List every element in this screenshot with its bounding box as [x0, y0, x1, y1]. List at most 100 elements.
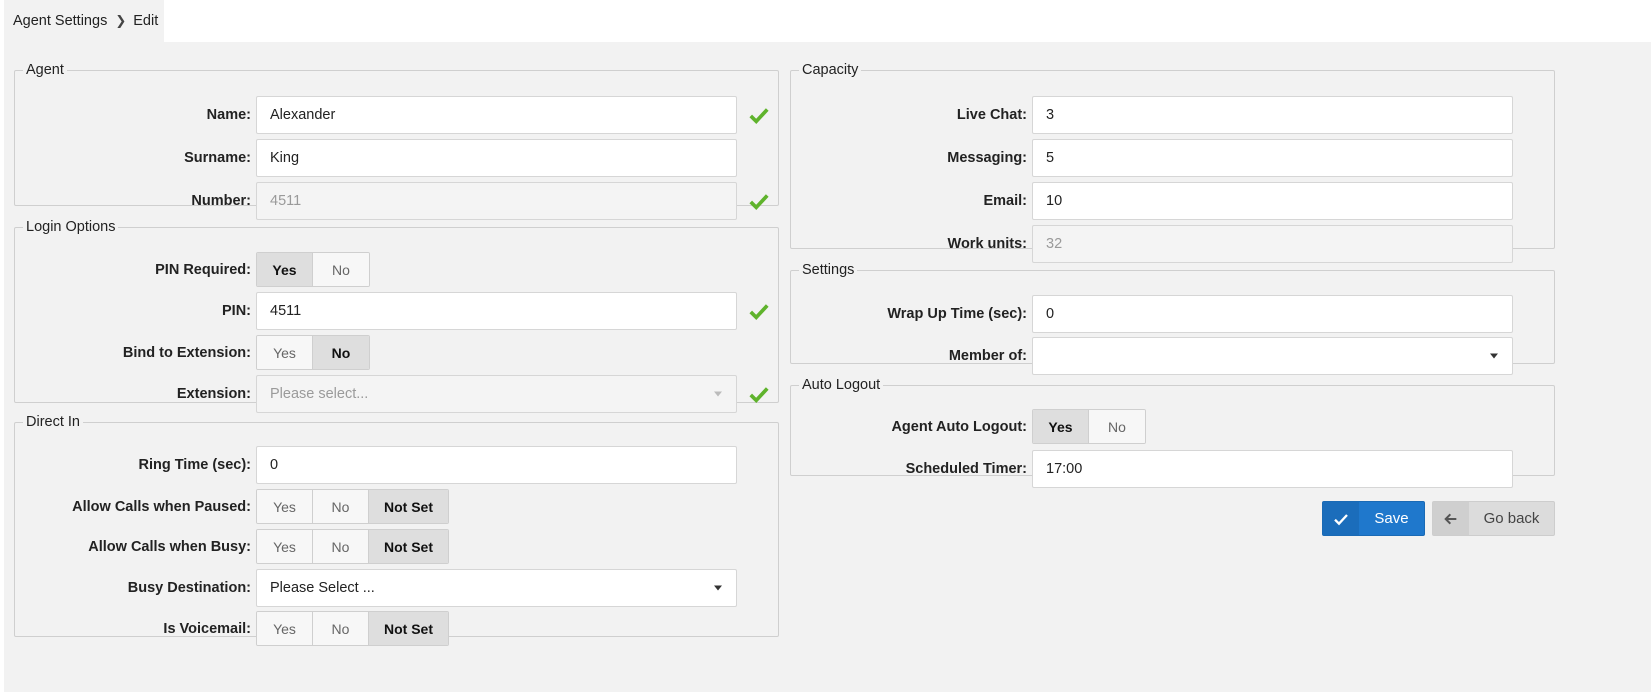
allow-busy-label: Allow Calls when Busy: [88, 539, 251, 555]
scheduled-timer-input[interactable]: 17:00 [1032, 450, 1513, 488]
voicemail-yes[interactable]: Yes [257, 612, 313, 645]
bind-extension-label: Bind to Extension: [122, 345, 251, 361]
go-back-label: Go back [1483, 510, 1540, 527]
voicemail-not-set[interactable]: Not Set [369, 612, 448, 645]
allow-paused-no[interactable]: No [313, 490, 369, 523]
breadcrumb: Agent Settings ❯ Edit [4, 0, 164, 42]
caret-down-icon [714, 585, 722, 591]
allow-paused-toggle: Yes No Not Set [256, 489, 449, 524]
agent-auto-logout-row: Agent Auto Logout: Yes No [791, 408, 1554, 446]
pin-required-yes[interactable]: Yes [257, 253, 313, 286]
allow-busy-row: Allow Calls when Busy: Yes No Not Set [15, 528, 778, 566]
agent-legend: Agent [26, 62, 64, 78]
direct-in-section: Direct In Ring Time (sec): 0 Allow Calls… [14, 414, 779, 646]
settings-section: Settings Wrap Up Time (sec): 0 Member of… [790, 262, 1555, 375]
name-row: Name: Alexander [15, 96, 778, 134]
extension-label: Extension: [176, 386, 251, 402]
pin-row: PIN: 4511 [15, 292, 778, 330]
top-bar: Agent Settings ❯ Edit [0, 0, 1651, 42]
caret-down-icon [1490, 353, 1498, 359]
allow-paused-label: Allow Calls when Paused: [72, 499, 251, 515]
breadcrumb-root[interactable]: Agent Settings [13, 13, 107, 29]
member-of-label: Member of: [948, 348, 1027, 364]
agent-section: Agent Name: Alexander Surname: King Numb… [14, 62, 779, 220]
surname-label: Surname: [184, 150, 251, 166]
bind-extension-toggle: Yes No [256, 335, 370, 370]
capacity-legend: Capacity [802, 62, 859, 78]
allow-busy-toggle: Yes No Not Set [256, 529, 449, 564]
number-input: 4511 [256, 182, 737, 220]
go-back-button[interactable]: Go back [1432, 501, 1555, 536]
login-options-section: Login Options PIN Required: Yes No PIN: … [14, 219, 779, 413]
email-label: Email: [983, 193, 1027, 209]
agent-auto-logout-yes[interactable]: Yes [1033, 410, 1089, 443]
number-label: Number: [191, 193, 251, 209]
auto-logout-section: Auto Logout Agent Auto Logout: Yes No Sc… [790, 377, 1555, 488]
login-legend: Login Options [26, 219, 116, 235]
voicemail-no[interactable]: No [313, 612, 369, 645]
ring-time-row: Ring Time (sec): 0 [15, 446, 778, 484]
extension-select: Please select... [256, 375, 737, 413]
live-chat-row: Live Chat: 3 [791, 96, 1554, 134]
email-row: Email: 10 [791, 182, 1554, 220]
work-units-label: Work units: [947, 236, 1027, 252]
name-label: Name: [206, 107, 251, 123]
allow-busy-yes[interactable]: Yes [257, 530, 313, 563]
agent-auto-logout-no[interactable]: No [1089, 410, 1145, 443]
pin-input[interactable]: 4511 [256, 292, 737, 330]
bind-extension-row: Bind to Extension: Yes No [15, 334, 778, 372]
messaging-input[interactable]: 5 [1032, 139, 1513, 177]
voicemail-label: Is Voicemail: [163, 621, 251, 637]
work-units-input: 32 [1032, 225, 1513, 263]
wrap-up-input[interactable]: 0 [1032, 295, 1513, 333]
scheduled-timer-label: Scheduled Timer: [905, 461, 1027, 477]
allow-paused-row: Allow Calls when Paused: Yes No Not Set [15, 488, 778, 526]
direct-legend: Direct In [26, 414, 80, 430]
pin-label: PIN: [222, 303, 251, 319]
live-chat-input[interactable]: 3 [1032, 96, 1513, 134]
arrow-left-icon [1433, 502, 1469, 535]
pin-required-row: PIN Required: Yes No [15, 251, 778, 289]
extension-placeholder: Please select... [270, 386, 369, 402]
scheduled-timer-row: Scheduled Timer: 17:00 [791, 450, 1554, 488]
edit-form: Agent Name: Alexander Surname: King Numb… [4, 42, 1651, 692]
wrap-up-row: Wrap Up Time (sec): 0 [791, 295, 1554, 333]
work-units-row: Work units: 32 [791, 225, 1554, 263]
auto-logout-legend: Auto Logout [802, 377, 881, 393]
agent-auto-logout-toggle: Yes No [1032, 409, 1146, 444]
pin-required-label: PIN Required: [155, 262, 251, 278]
bind-extension-no[interactable]: No [313, 336, 369, 369]
allow-paused-yes[interactable]: Yes [257, 490, 313, 523]
email-input[interactable]: 10 [1032, 182, 1513, 220]
messaging-label: Messaging: [947, 150, 1027, 166]
allow-paused-not-set[interactable]: Not Set [369, 490, 448, 523]
allow-busy-not-set[interactable]: Not Set [369, 530, 448, 563]
save-label: Save [1374, 510, 1409, 527]
allow-busy-no[interactable]: No [313, 530, 369, 563]
agent-auto-logout-label: Agent Auto Logout: [891, 419, 1027, 435]
ring-time-input[interactable]: 0 [256, 446, 737, 484]
valid-check-icon [749, 387, 769, 404]
save-button[interactable]: Save [1322, 501, 1425, 536]
bind-extension-yes[interactable]: Yes [257, 336, 313, 369]
busy-destination-select[interactable]: Please Select ... [256, 569, 737, 607]
capacity-section: Capacity Live Chat: 3 Messaging: 5 Email… [790, 62, 1555, 263]
live-chat-label: Live Chat: [956, 107, 1027, 123]
valid-check-icon [749, 194, 769, 211]
surname-input[interactable]: King [256, 139, 737, 177]
surname-row: Surname: King [15, 139, 778, 177]
member-of-select[interactable] [1032, 337, 1513, 375]
chevron-right-icon: ❯ [115, 13, 127, 28]
name-input[interactable]: Alexander [256, 96, 737, 134]
caret-down-icon [714, 391, 722, 397]
member-of-row: Member of: [791, 337, 1554, 375]
ring-time-label: Ring Time (sec): [138, 457, 251, 473]
pin-required-toggle: Yes No [256, 252, 370, 287]
number-row: Number: 4511 [15, 182, 778, 220]
voicemail-row: Is Voicemail: Yes No Not Set [15, 610, 778, 648]
pin-required-no[interactable]: No [313, 253, 369, 286]
busy-destination-row: Busy Destination: Please Select ... [15, 569, 778, 607]
busy-destination-label: Busy Destination: [127, 580, 251, 596]
extension-row: Extension: Please select... [15, 375, 778, 413]
valid-check-icon [749, 304, 769, 321]
